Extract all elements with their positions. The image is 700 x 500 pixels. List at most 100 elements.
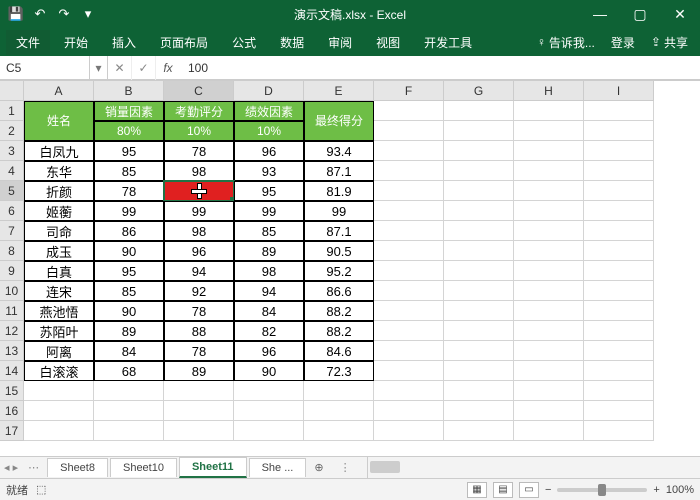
redo-icon[interactable]: ↷ [56,6,72,22]
tab-view[interactable]: 视图 [366,30,410,55]
zoom-slider[interactable] [557,488,647,492]
cell[interactable] [514,221,584,241]
cell[interactable]: 96 [234,341,304,361]
cell[interactable] [584,281,654,301]
undo-icon[interactable]: ↶ [32,6,48,22]
cell[interactable]: 94 [234,281,304,301]
cell[interactable]: 89 [94,321,164,341]
cell[interactable] [514,301,584,321]
cell[interactable]: 99 [304,201,374,221]
fx-icon[interactable]: fx [156,61,180,75]
cell[interactable] [444,141,514,161]
cell[interactable]: 93.4 [304,141,374,161]
row-header-1[interactable]: 1 [0,101,24,121]
cell[interactable]: 白真 [24,261,94,281]
cell[interactable] [514,281,584,301]
cell[interactable] [514,181,584,201]
cell[interactable] [584,361,654,381]
qat-more-icon[interactable]: ▾ [80,6,96,22]
cell[interactable]: 78 [164,341,234,361]
cell[interactable]: 考勤评分 [164,101,234,121]
cell[interactable]: 10% [164,121,234,141]
cell[interactable]: 99 [164,201,234,221]
row-header-12[interactable]: 12 [0,321,24,341]
cell[interactable]: 86 [94,221,164,241]
cell[interactable]: 85 [94,161,164,181]
cell[interactable] [374,121,444,141]
cell[interactable] [374,141,444,161]
cell[interactable] [374,221,444,241]
cell[interactable] [374,281,444,301]
cell[interactable] [514,201,584,221]
cell[interactable] [584,321,654,341]
tab-insert[interactable]: 插入 [102,30,146,55]
cell[interactable]: 白凤九 [24,141,94,161]
cell[interactable]: 85 [94,281,164,301]
cell[interactable]: 姬蘅 [24,201,94,221]
cell[interactable] [164,401,234,421]
cell[interactable] [234,381,304,401]
cells-area[interactable]: 姓名销量因素80%考勤评分10%绩效因素10%最终得分白凤九95789693.4… [24,101,700,456]
tab-data[interactable]: 数据 [270,30,314,55]
cell[interactable]: 88.2 [304,321,374,341]
row-header-7[interactable]: 7 [0,221,24,241]
cell[interactable] [514,161,584,181]
cell[interactable]: 90 [94,241,164,261]
row-header-15[interactable]: 15 [0,381,24,401]
cell[interactable] [444,161,514,181]
cell[interactable] [444,241,514,261]
cell[interactable]: 84 [94,341,164,361]
cell[interactable]: 销量因素 [94,101,164,121]
cell[interactable] [584,161,654,181]
row-header-17[interactable]: 17 [0,421,24,441]
cell[interactable]: 10% [234,121,304,141]
cell[interactable]: 95.2 [304,261,374,281]
cell[interactable] [374,301,444,321]
cell[interactable] [164,381,234,401]
cell[interactable] [514,321,584,341]
cell[interactable] [514,401,584,421]
cell[interactable] [584,141,654,161]
horizontal-scrollbar[interactable] [367,457,700,478]
cell[interactable]: 连宋 [24,281,94,301]
minimize-button[interactable]: — [580,0,620,28]
name-box[interactable]: C5 [0,56,90,79]
cell[interactable] [374,101,444,121]
cell[interactable]: 78 [164,141,234,161]
cell[interactable]: 燕池悟 [24,301,94,321]
col-header-C[interactable]: C [164,81,234,101]
cell[interactable] [444,101,514,121]
cell[interactable] [24,401,94,421]
sheet-tab-11[interactable]: Sheet11 [179,457,247,478]
cell[interactable] [374,361,444,381]
cell[interactable] [444,121,514,141]
col-header-E[interactable]: E [304,81,374,101]
cell[interactable]: 90 [94,301,164,321]
formula-bar[interactable]: 100 [180,61,700,75]
cell[interactable]: 89 [234,241,304,261]
cell[interactable] [24,421,94,441]
cell[interactable] [584,201,654,221]
cell[interactable] [374,261,444,281]
cell[interactable] [444,381,514,401]
cell[interactable]: 99 [234,201,304,221]
cell[interactable]: 95 [94,261,164,281]
login-button[interactable]: 登录 [605,30,641,55]
cell[interactable]: 折颜 [24,181,94,201]
zoom-in-button[interactable]: + [653,484,659,496]
cell[interactable] [304,421,374,441]
cell[interactable] [94,381,164,401]
cell[interactable] [94,421,164,441]
name-box-dropdown[interactable]: ▾ [90,56,108,79]
cell[interactable] [94,401,164,421]
cell[interactable] [514,141,584,161]
save-icon[interactable]: 💾 [8,6,24,22]
cell[interactable] [234,401,304,421]
cell[interactable] [584,301,654,321]
cell[interactable] [444,421,514,441]
cell[interactable] [584,401,654,421]
tab-home[interactable]: 开始 [54,30,98,55]
cell[interactable] [444,341,514,361]
row-header-13[interactable]: 13 [0,341,24,361]
cell[interactable] [164,421,234,441]
